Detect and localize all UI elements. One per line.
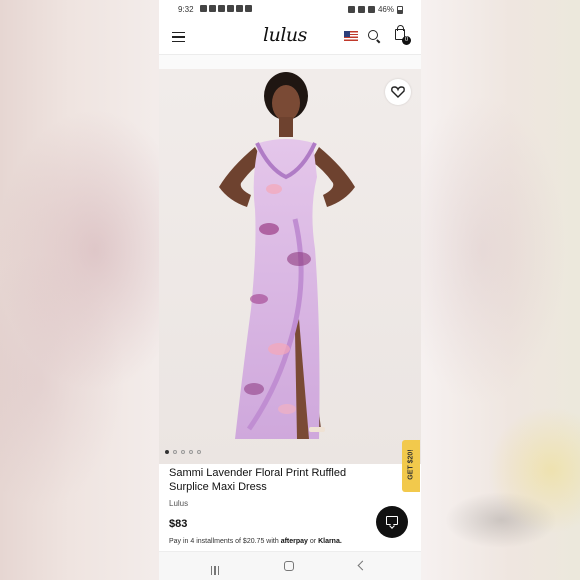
klarna-logo[interactable]: Klarna. <box>318 538 342 545</box>
home-button[interactable] <box>284 561 294 571</box>
chat-button[interactable] <box>376 506 408 538</box>
wifi-icon <box>357 6 365 13</box>
image-icon <box>218 5 225 12</box>
afterpay-logo[interactable]: afterpay <box>281 538 308 545</box>
recents-button[interactable] <box>211 562 221 575</box>
or-text: or <box>309 538 317 545</box>
heart-icon <box>391 86 405 98</box>
notification-icons <box>200 5 252 12</box>
chat-icon <box>386 516 398 525</box>
promo-label: GET $20! <box>407 449 415 480</box>
blurred-background-left <box>0 0 159 580</box>
cart-count-badge: 0 <box>402 36 411 45</box>
back-button[interactable] <box>357 560 368 571</box>
alert-icon <box>227 5 234 12</box>
us-flag-icon[interactable] <box>344 31 358 41</box>
settings-icon <box>245 5 252 12</box>
alarm-icon <box>347 6 355 13</box>
battery-icon <box>397 5 403 14</box>
installments-text: Pay in 4 installments of $20.75 with aft… <box>169 538 342 545</box>
model-photo <box>219 72 355 439</box>
carousel-dot[interactable] <box>181 450 185 454</box>
picture-icon <box>236 5 243 12</box>
status-time: 9:32 <box>178 5 194 14</box>
youtube-icon <box>200 5 207 12</box>
battery-percent: 46% <box>377 5 394 14</box>
carousel-dot[interactable] <box>189 450 193 454</box>
carousel-dot[interactable] <box>173 450 177 454</box>
blurred-background-right <box>421 0 580 580</box>
signal-icon <box>367 6 375 13</box>
wishlist-button[interactable] <box>385 79 411 105</box>
header-divider <box>159 55 421 69</box>
get-20-promo-tab[interactable]: GET $20! <box>402 440 420 492</box>
installments-prefix: Pay in 4 installments of $20.75 with <box>169 538 279 545</box>
android-nav-bar <box>159 551 421 580</box>
site-header: lulus 0 <box>159 20 421 55</box>
product-title: Sammi Lavender Floral Print Ruffled Surp… <box>169 467 347 493</box>
image-carousel-dots <box>165 450 201 454</box>
tmobile-icon <box>209 5 216 12</box>
lulus-logo[interactable]: lulus <box>263 24 307 46</box>
menu-icon[interactable] <box>172 32 185 43</box>
carousel-dot[interactable] <box>197 450 201 454</box>
search-icon[interactable] <box>368 30 378 40</box>
carousel-dot[interactable] <box>165 450 169 454</box>
product-price: $83 <box>169 518 188 530</box>
status-bar: 9:32 46% <box>159 0 421 20</box>
product-brand[interactable]: Lulus <box>169 499 188 508</box>
phone-screen: 9:32 46% lulus 0 GET $20! Sammi Lavender… <box>159 0 421 580</box>
system-status: 46% <box>347 5 403 14</box>
product-image[interactable] <box>159 69 421 464</box>
